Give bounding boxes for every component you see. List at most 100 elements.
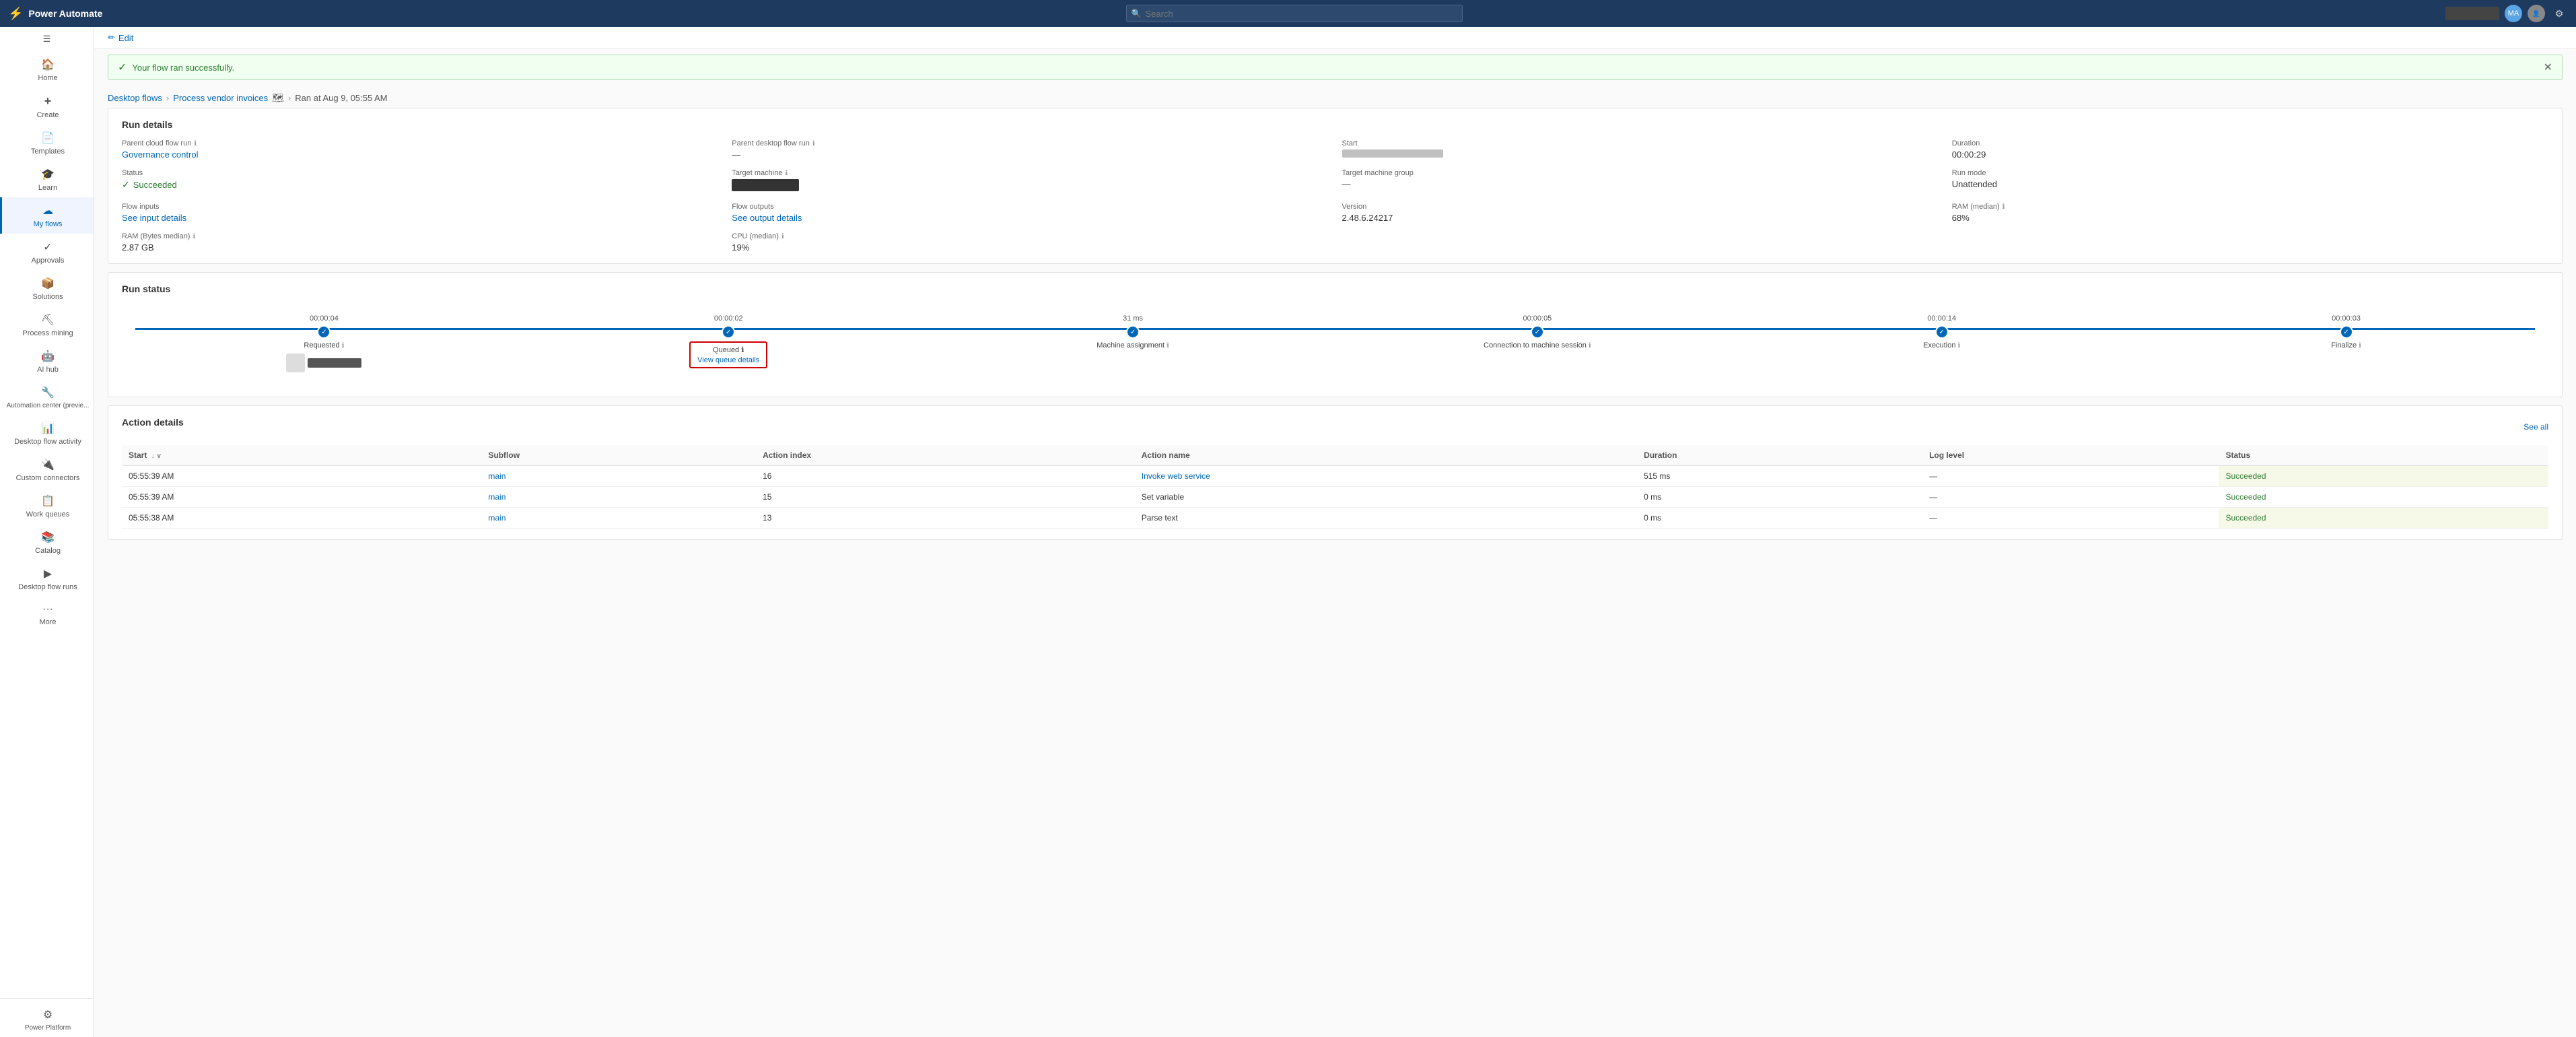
- detail-duration: Duration 00:00:29: [1952, 139, 2548, 160]
- col-header-action-index: Action index: [756, 445, 1135, 466]
- execution-name: Execution ℹ: [1923, 341, 1960, 349]
- sidebar-item-ai-hub[interactable]: 🤖 AI hub: [0, 343, 94, 379]
- sidebar-item-process-mining[interactable]: ⛏ Process mining: [0, 306, 94, 343]
- success-banner: ✓ Your flow ran successfully. ✕: [108, 55, 2563, 80]
- avatar-2[interactable]: 👤: [2528, 5, 2545, 22]
- detail-flow-inputs: Flow inputs See input details: [122, 203, 718, 223]
- detail-label-start: Start: [1342, 139, 1939, 147]
- subflow-link-3[interactable]: main: [488, 513, 506, 523]
- detail-start: Start: [1342, 139, 1939, 160]
- subflow-link-2[interactable]: main: [488, 492, 506, 502]
- custom-connectors-icon: 🔌: [41, 458, 55, 471]
- app-name: Power Automate: [28, 8, 102, 19]
- detail-target-machine: Target machine ℹ: [732, 169, 1328, 193]
- status-succeeded-1: Succeeded: [2225, 471, 2266, 481]
- sidebar-item-my-flows[interactable]: ☁ My flows: [0, 197, 94, 234]
- sort-icon-start[interactable]: ↓ ∨: [151, 453, 162, 460]
- execution-info-icon: ℹ: [1957, 342, 1960, 349]
- detail-label-target-machine-group: Target machine group: [1342, 169, 1939, 177]
- sidebar-item-automation-center[interactable]: 🔧 Automation center (previe...: [0, 379, 94, 415]
- cell-duration-3: 0 ms: [1637, 508, 1922, 529]
- cell-status-1: Succeeded: [2219, 466, 2548, 487]
- cell-action-index-2: 15: [756, 487, 1135, 508]
- requested-name: Requested ℹ: [304, 341, 344, 349]
- requested-duration: 00:00:04: [310, 314, 339, 323]
- detail-value-governance-control[interactable]: Governance control: [122, 149, 718, 160]
- sidebar-label-create: Create: [36, 111, 59, 119]
- search-input[interactable]: [1126, 5, 1463, 22]
- table-row: 05:55:38 AM main 13 Parse text 0 ms — Su…: [122, 508, 2548, 529]
- more-icon: ···: [42, 603, 53, 615]
- action-details-title: Action details: [122, 417, 184, 428]
- hamburger-menu[interactable]: ☰: [0, 27, 94, 51]
- connection-info-icon: ℹ: [1589, 342, 1591, 349]
- detail-value-flow-inputs[interactable]: See input details: [122, 213, 718, 223]
- sidebar-item-home[interactable]: 🏠 Home: [0, 51, 94, 88]
- automation-center-icon: 🔧: [41, 386, 55, 399]
- sidebar-item-create[interactable]: + Create: [0, 88, 94, 125]
- col-header-subflow: Subflow: [481, 445, 756, 466]
- sidebar-item-desktop-flow-runs[interactable]: ▶ Desktop flow runs: [0, 560, 94, 597]
- sidebar-item-solutions[interactable]: 📦 Solutions: [0, 270, 94, 306]
- sidebar-item-templates[interactable]: 📄 Templates: [0, 125, 94, 161]
- execution-dot: ✓: [1935, 325, 1949, 339]
- desktop-flow-runs-icon: ▶: [44, 567, 52, 580]
- approvals-icon: ✓: [43, 240, 52, 254]
- sidebar-item-learn[interactable]: 🎓 Learn: [0, 161, 94, 197]
- banner-close-button[interactable]: ✕: [2544, 61, 2552, 74]
- detail-label-parent-cloud: Parent cloud flow run ℹ: [122, 139, 718, 147]
- timeline-step-queued: 00:00:02 ✓ Queued ℹ View queue details: [526, 314, 931, 368]
- cell-status-2: Succeeded: [2219, 487, 2548, 508]
- machine-assignment-dot: ✓: [1126, 325, 1140, 339]
- settings-icon[interactable]: ⚙: [2550, 5, 2568, 22]
- sidebar-item-more[interactable]: ··· More: [0, 597, 94, 632]
- sidebar-item-approvals[interactable]: ✓ Approvals: [0, 234, 94, 270]
- process-mining-icon: ⛏: [41, 313, 55, 327]
- machine-assignment-info-icon: ℹ: [1167, 342, 1169, 349]
- detail-target-machine-group: Target machine group —: [1342, 169, 1939, 193]
- topbar-action-button[interactable]: [2445, 7, 2499, 20]
- status-succeeded-2: Succeeded: [2225, 492, 2266, 502]
- avatar[interactable]: MA: [2505, 5, 2522, 22]
- action-table-body: 05:55:39 AM main 16 Invoke web service 5…: [122, 466, 2548, 529]
- detail-value-flow-outputs[interactable]: See output details: [732, 213, 1328, 223]
- view-queue-details-link[interactable]: View queue details: [697, 356, 759, 364]
- edit-button[interactable]: ✏ Edit: [108, 32, 133, 43]
- sidebar-label-templates: Templates: [31, 147, 65, 156]
- sidebar-label-work-queues: Work queues: [26, 510, 70, 518]
- finalize-name: Finalize ℹ: [2331, 341, 2361, 349]
- detail-label-duration: Duration: [1952, 139, 2548, 147]
- sidebar-item-power-platform[interactable]: ⚙ Power Platform: [0, 1001, 94, 1037]
- see-all-link[interactable]: See all: [2523, 422, 2548, 432]
- create-icon: +: [44, 94, 52, 108]
- ai-hub-icon: 🤖: [41, 349, 55, 363]
- detail-value-status: ✓ Succeeded: [122, 179, 718, 191]
- sidebar-label-custom-connectors: Custom connectors: [16, 474, 80, 482]
- info-icon-cpu-median: ℹ: [781, 233, 784, 240]
- action-name-link-1[interactable]: Invoke web service: [1142, 471, 1210, 481]
- detail-label-flow-outputs: Flow outputs: [732, 203, 1328, 211]
- sidebar-item-catalog[interactable]: 📚 Catalog: [0, 524, 94, 560]
- sidebar-label-desktop-flow-activity: Desktop flow activity: [14, 438, 81, 446]
- sidebar-label-solutions: Solutions: [32, 293, 63, 301]
- main-content: ✏ Edit ✓ Your flow ran successfully. ✕ D…: [94, 27, 2576, 1037]
- my-flows-icon: ☁: [42, 204, 53, 218]
- sidebar-item-desktop-flow-activity[interactable]: 📊 Desktop flow activity: [0, 415, 94, 451]
- breadcrumb: Desktop flows › Process vendor invoices …: [94, 86, 2576, 108]
- power-platform-icon: ⚙: [43, 1008, 53, 1022]
- search-area: 🔍: [151, 5, 2437, 22]
- status-succeeded-3: Succeeded: [2225, 513, 2266, 523]
- topbar-right: MA 👤 ⚙: [2445, 5, 2568, 22]
- breadcrumb-flow-name[interactable]: Process vendor invoices: [173, 93, 268, 103]
- detail-run-mode: Run mode Unattended: [1952, 169, 2548, 193]
- detail-label-version: Version: [1342, 203, 1939, 211]
- layout: ☰ 🏠 Home + Create 📄 Templates 🎓 Learn ☁ …: [0, 27, 2576, 1037]
- breadcrumb-run-info: Ran at Aug 9, 05:55 AM: [295, 93, 387, 103]
- subflow-link-1[interactable]: main: [488, 471, 506, 481]
- breadcrumb-desktop-flows[interactable]: Desktop flows: [108, 93, 162, 103]
- requested-info-icon: ℹ: [342, 342, 345, 349]
- sidebar-item-custom-connectors[interactable]: 🔌 Custom connectors: [0, 451, 94, 488]
- cell-action-name-2: Set variable: [1135, 487, 1637, 508]
- sidebar-item-work-queues[interactable]: 📋 Work queues: [0, 488, 94, 524]
- sidebar-label-approvals: Approvals: [32, 257, 65, 265]
